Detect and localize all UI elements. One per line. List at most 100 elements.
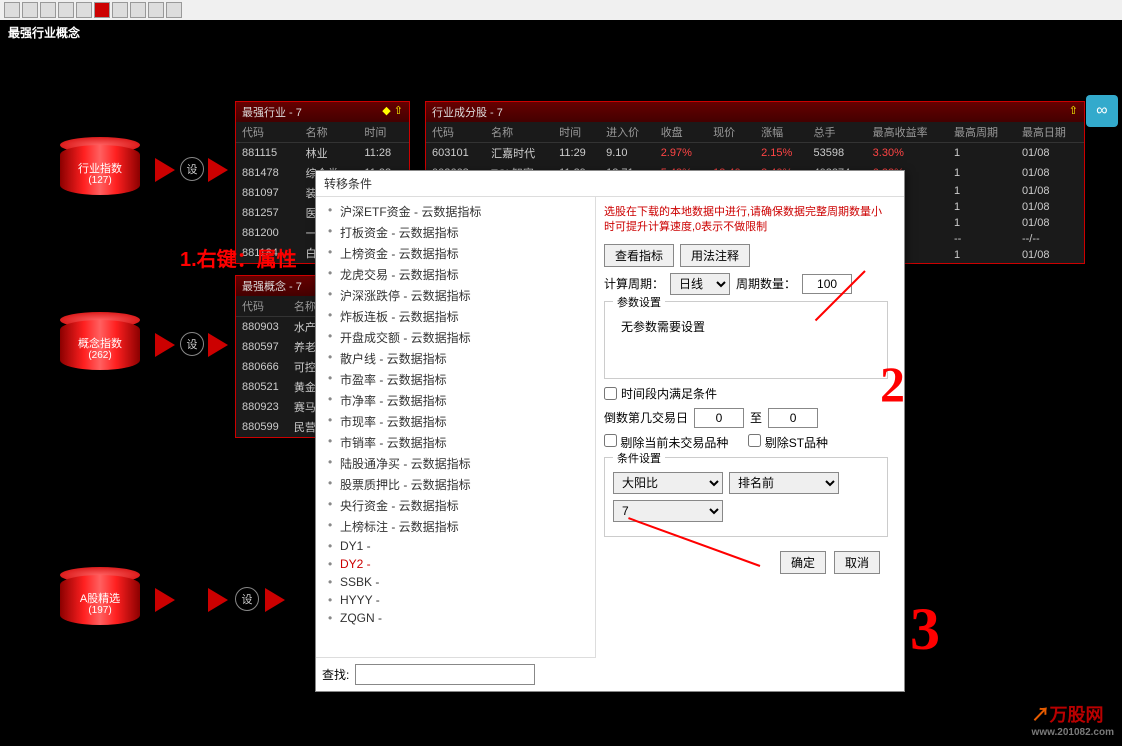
tree-item[interactable]: 市现率 - 云数据指标 — [320, 411, 591, 432]
col-header[interactable]: 涨幅 — [755, 122, 807, 143]
tb-btn[interactable] — [166, 2, 182, 18]
node-count: (197) — [60, 605, 140, 616]
view-indicator-button[interactable]: 查看指标 — [604, 244, 674, 267]
tree-item[interactable]: 股票质押比 - 云数据指标 — [320, 474, 591, 495]
col-header[interactable]: 最高日期 — [1016, 122, 1084, 143]
col-header[interactable]: 名称 — [485, 122, 553, 143]
node-label: 行业指数 — [60, 160, 140, 176]
col-header[interactable]: 时间 — [358, 122, 409, 143]
table-row[interactable]: 880521黄金 — [236, 377, 324, 397]
pin-icon[interactable]: ⇧ — [1069, 104, 1078, 120]
tree-item[interactable]: 陆股通净买 - 云数据指标 — [320, 453, 591, 474]
cond2-select[interactable]: 排名前 — [729, 472, 839, 494]
table-row[interactable]: 881115林业11:28 — [236, 143, 409, 164]
time-range-checkbox[interactable] — [604, 387, 617, 400]
canvas: 行业指数 (127) 概念指数 (262) A股精选 (197) 设 设 设 最… — [0, 45, 1122, 745]
cond1-select[interactable]: 大阳比 — [613, 472, 723, 494]
del-st-checkbox[interactable] — [748, 434, 761, 447]
search-input[interactable] — [355, 664, 535, 685]
table-row[interactable]: 880923赛马 — [236, 397, 324, 417]
params-title: 参数设置 — [613, 294, 665, 310]
ok-button[interactable]: 确定 — [780, 551, 826, 574]
tb-btn[interactable] — [4, 2, 20, 18]
period-label: 计算周期： — [604, 275, 664, 292]
node-astock[interactable]: A股精选 (197) — [60, 575, 140, 635]
tree-item[interactable]: 上榜标注 - 云数据指标 — [320, 516, 591, 537]
table-row[interactable]: 880903水产 — [236, 317, 324, 338]
node-count: (262) — [60, 350, 140, 361]
concept-table: 代码名称 880903水产880597养老880666可控880521黄金880… — [236, 296, 324, 437]
col-header[interactable]: 代码 — [236, 122, 300, 143]
share-icon: ∞ — [1096, 102, 1107, 120]
table-row[interactable]: 880666可控 — [236, 357, 324, 377]
tb-btn[interactable] — [22, 2, 38, 18]
tb-btn[interactable] — [130, 2, 146, 18]
tree-item[interactable]: 打板资金 - 云数据指标 — [320, 222, 591, 243]
col-header[interactable]: 总手 — [808, 122, 867, 143]
tb-btn[interactable] — [58, 2, 74, 18]
tree-item[interactable]: 散户线 - 云数据指标 — [320, 348, 591, 369]
pin-icon[interactable]: ◆ ⇧ — [382, 104, 403, 120]
tree-item[interactable]: ZQGN - — [320, 609, 591, 627]
col-header[interactable]: 进入价 — [600, 122, 655, 143]
col-header[interactable]: 收盘 — [655, 122, 707, 143]
cond-title: 条件设置 — [613, 450, 665, 466]
back-to-label: 至 — [750, 409, 762, 426]
tree-item[interactable]: DY1 - — [320, 537, 591, 555]
panel-title: 最强概念 - 7 — [242, 278, 302, 294]
warning-text: 选股在下载的本地数据中进行,请确保数据完整周期数量小时可提升计算速度,0表示不做… — [604, 205, 888, 236]
tree-item[interactable]: SSBK - — [320, 573, 591, 591]
node-count: (127) — [60, 175, 140, 186]
tree-item[interactable]: 开盘成交额 - 云数据指标 — [320, 327, 591, 348]
tb-btn[interactable] — [76, 2, 92, 18]
tb-btn[interactable] — [40, 2, 56, 18]
toolbar — [0, 0, 1122, 20]
tree-item[interactable]: 上榜资金 - 云数据指标 — [320, 243, 591, 264]
del-notrade-checkbox[interactable] — [604, 434, 617, 447]
col-header[interactable]: 代码 — [236, 296, 288, 317]
tree-item[interactable]: HYYY - — [320, 591, 591, 609]
col-header[interactable]: 名称 — [300, 122, 359, 143]
tree-item[interactable]: 沪深ETF资金 - 云数据指标 — [320, 201, 591, 222]
search-label: 查找: — [322, 666, 349, 683]
node-label: A股精选 — [60, 590, 140, 606]
connector[interactable]: 设 — [180, 332, 204, 356]
float-share-button[interactable]: ∞ — [1086, 95, 1118, 127]
tree-item[interactable]: DY2 - — [320, 555, 591, 573]
cancel-button[interactable]: 取消 — [834, 551, 880, 574]
node-industry[interactable]: 行业指数 (127) — [60, 145, 140, 205]
tree-item[interactable]: 沪深涨跌停 - 云数据指标 — [320, 285, 591, 306]
tree-item[interactable]: 市销率 - 云数据指标 — [320, 432, 591, 453]
breadcrumb: 最强行业概念 — [0, 20, 1122, 45]
tb-btn-active[interactable] — [94, 2, 110, 18]
connector[interactable]: 设 — [235, 587, 259, 611]
back-label: 倒数第几交易日 — [604, 409, 688, 426]
col-header[interactable]: 最高周期 — [948, 122, 1016, 143]
count-label: 周期数量： — [736, 275, 796, 292]
col-header[interactable]: 最高收益率 — [867, 122, 948, 143]
tree-item[interactable]: 龙虎交易 - 云数据指标 — [320, 264, 591, 285]
dialog-title: 转移条件 — [316, 171, 904, 197]
table-row[interactable]: 603101汇嘉时代11:299.102.97%2.15%535983.30%1… — [426, 143, 1084, 164]
no-params-text: 无参数需要设置 — [613, 310, 879, 370]
connector[interactable]: 设 — [180, 157, 204, 181]
tree-item[interactable]: 市净率 - 云数据指标 — [320, 390, 591, 411]
tb-btn[interactable] — [148, 2, 164, 18]
col-header[interactable]: 时间 — [553, 122, 600, 143]
table-row[interactable]: 880599民营 — [236, 417, 324, 437]
usage-button[interactable]: 用法注释 — [680, 244, 750, 267]
node-concept[interactable]: 概念指数 (262) — [60, 320, 140, 380]
indicator-tree[interactable]: 沪深ETF资金 - 云数据指标打板资金 - 云数据指标上榜资金 - 云数据指标龙… — [316, 197, 596, 657]
period-select[interactable]: 日线 — [670, 273, 730, 295]
tb-btn[interactable] — [112, 2, 128, 18]
node-label: 概念指数 — [60, 335, 140, 351]
col-header[interactable]: 现价 — [707, 122, 755, 143]
tree-item[interactable]: 央行资金 - 云数据指标 — [320, 495, 591, 516]
tree-item[interactable]: 炸板连板 - 云数据指标 — [320, 306, 591, 327]
back-from-input[interactable] — [694, 408, 744, 428]
col-header[interactable]: 代码 — [426, 122, 485, 143]
back-to-input[interactable] — [768, 408, 818, 428]
table-row[interactable]: 880597养老 — [236, 337, 324, 357]
tree-item[interactable]: 市盈率 - 云数据指标 — [320, 369, 591, 390]
watermark: ↗万股网 www.201082.com — [1032, 701, 1114, 738]
